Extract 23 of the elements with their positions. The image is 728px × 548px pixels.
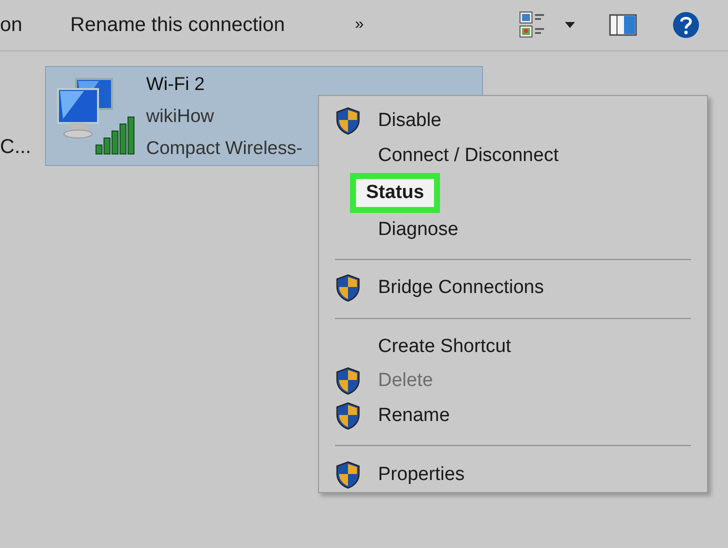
toolbar-command[interactable]: on — [0, 14, 22, 36]
menu-item[interactable]: Properties — [335, 457, 691, 492]
shield-icon — [335, 402, 361, 430]
menu-item[interactable]: Rename — [335, 398, 691, 434]
toolbar-command[interactable]: Rename this connection — [70, 14, 285, 36]
shield-icon — [335, 367, 361, 396]
connection-detail: Wi-Fi 2 — [146, 72, 206, 96]
view-options-icon[interactable] — [519, 11, 545, 39]
menu-item[interactable]: Bridge Connections — [335, 270, 691, 306]
menu-item[interactable]: Status — [335, 173, 691, 212]
menu-item[interactable]: Diagnose — [335, 212, 691, 248]
connection-name[interactable]: C... — [0, 136, 32, 159]
shield-icon — [335, 274, 361, 302]
shield-icon — [335, 460, 361, 489]
help-icon[interactable] — [672, 11, 700, 39]
caret-icon[interactable] — [565, 22, 575, 28]
preview-pane-icon[interactable] — [609, 14, 637, 36]
network-adapter-icon — [54, 75, 136, 157]
toolbar-command[interactable]: » — [354, 16, 364, 34]
menu-item[interactable]: Create Shortcut — [335, 329, 691, 364]
connection-detail: Compact Wireless- — [146, 136, 302, 160]
shield-icon — [335, 107, 361, 136]
connection-detail: wikiHow — [146, 104, 215, 128]
